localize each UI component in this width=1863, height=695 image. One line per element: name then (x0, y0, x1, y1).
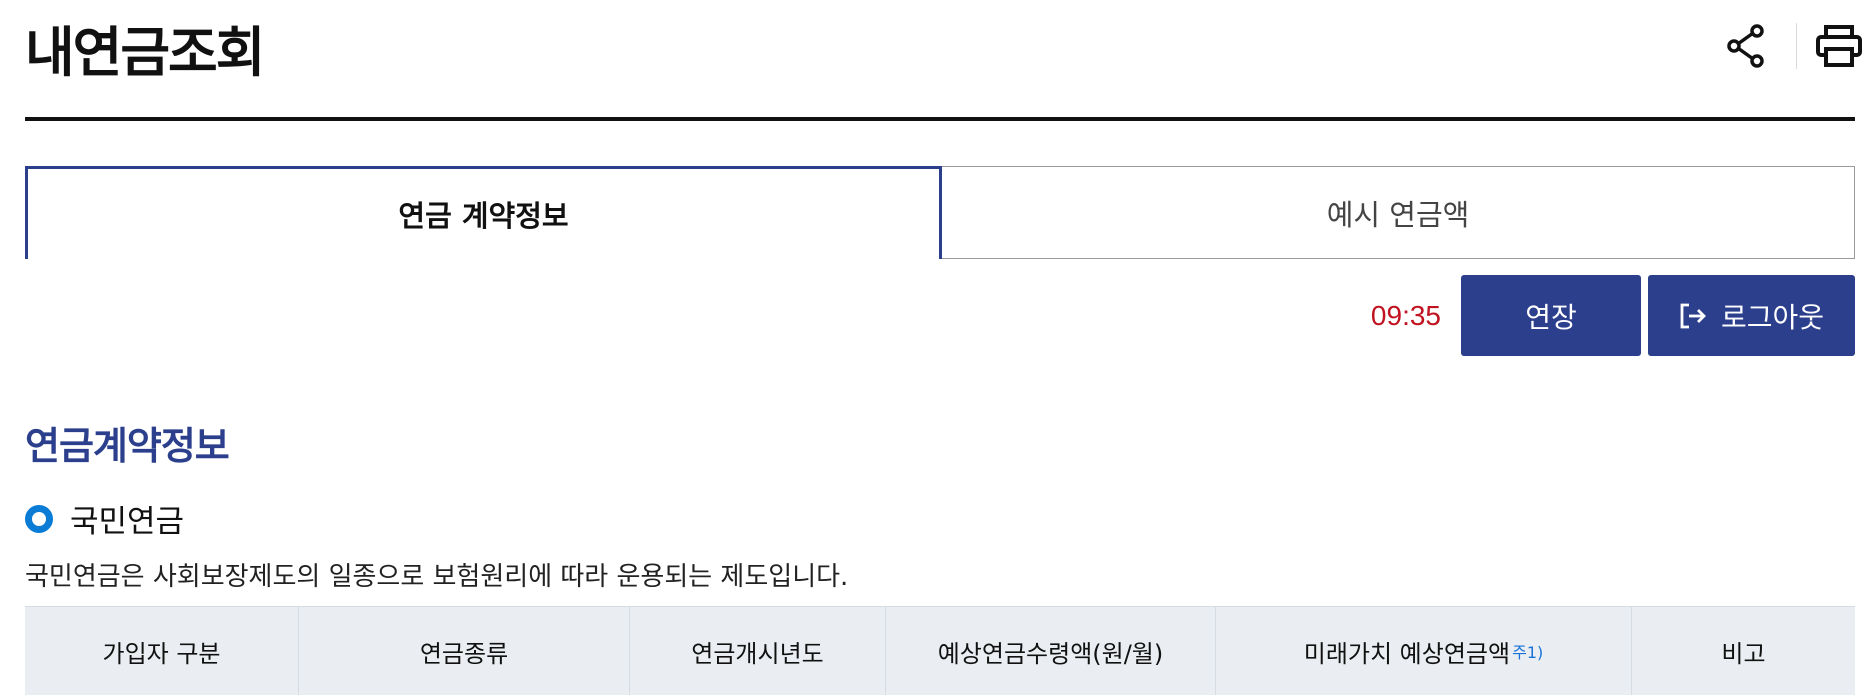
logout-button[interactable]: 로그아웃 (1648, 275, 1855, 356)
logout-icon (1680, 303, 1706, 328)
column-header: 연금종류 (299, 607, 630, 695)
share-button[interactable] (1716, 20, 1776, 72)
sub-heading: 국민연금 (25, 496, 184, 541)
page-title: 내연금조회 (25, 21, 265, 84)
column-header: 가입자 구분 (25, 607, 299, 695)
column-header: 연금개시년도 (630, 607, 886, 695)
tab-example-pension[interactable]: 예시 연금액 (942, 166, 1855, 259)
section-description: 국민연금은 사회보장제도의 일종으로 보험원리에 따라 운용되는 제도입니다. (25, 562, 849, 592)
tab-contract-info[interactable]: 연금 계약정보 (25, 166, 942, 259)
title-divider (25, 117, 1855, 121)
sub-heading-text: 국민연금 (70, 504, 185, 540)
table-header: 가입자 구분 연금종류 연금개시년도 예상연금수령액(원/월) 미래가치 예상연… (25, 606, 1855, 695)
extend-button[interactable]: 연장 (1461, 275, 1641, 356)
section-title: 연금계약정보 (25, 424, 230, 468)
tab-bar: 연금 계약정보 예시 연금액 (25, 166, 1855, 259)
print-button[interactable] (1815, 20, 1863, 72)
column-header: 예상연금수령액(원/월) (886, 607, 1216, 695)
column-header: 비고 (1721, 639, 1766, 668)
share-icon (1727, 24, 1764, 68)
footnote-marker[interactable]: 주1) (1512, 639, 1543, 663)
tool-divider (1796, 23, 1797, 69)
printer-icon (1816, 25, 1862, 67)
session-bar: 09:35 연장 로그아웃 (1371, 275, 1855, 356)
logout-label: 로그아웃 (1720, 300, 1825, 334)
bullet-icon (25, 504, 53, 533)
session-timer: 09:35 (1370, 299, 1441, 331)
column-header: 미래가치 예상연금액 주1) (1216, 607, 1632, 695)
header-tools (1716, 20, 1863, 72)
